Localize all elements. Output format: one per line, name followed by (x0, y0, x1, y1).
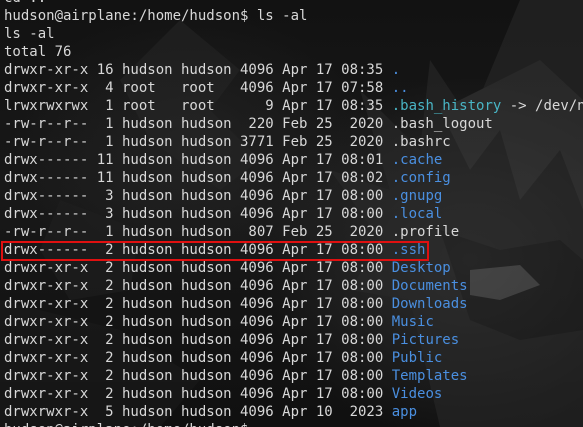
terminal-line: lrwxrwxrwx 1 root root 9 Apr 17 08:35 .b… (4, 97, 583, 115)
directory-name: Desktop (391, 260, 451, 276)
line-text: drwxrwxr-x 5 hudson hudson 4096 Apr 10 2… (4, 404, 392, 420)
directory-name: Documents (391, 278, 468, 294)
terminal-line: -rw-r--r-- 1 hudson hudson 807 Feb 25 20… (4, 223, 583, 241)
terminal-line: drwxr-xr-x 2 hudson hudson 4096 Apr 17 0… (4, 349, 583, 367)
line-text: -rw-r--r-- 1 hudson hudson 3771 Feb 25 2… (4, 134, 451, 150)
directory-name: .config (391, 170, 451, 186)
line-text: -rw-r--r-- 1 hudson hudson 220 Feb 25 20… (4, 116, 493, 132)
terminal-line: hudson@airplane:/home/hudson$ (4, 421, 583, 427)
directory-name: Downloads (391, 296, 468, 312)
directory-name: Public (391, 350, 443, 366)
line-text: drwxr-xr-x 16 hudson hudson 4096 Apr 17 … (4, 62, 392, 78)
terminal-line: drwxr-xr-x 16 hudson hudson 4096 Apr 17 … (4, 61, 583, 79)
terminal-line: -rw-r--r-- 1 hudson hudson 3771 Feb 25 2… (4, 133, 583, 151)
terminal-line: drwx------ 11 hudson hudson 4096 Apr 17 … (4, 151, 583, 169)
terminal-output[interactable]: cd .. hudson@airplane:/home/hudson$ ls -a… (4, 0, 583, 427)
line-text: drwx------ 3 hudson hudson 4096 Apr 17 0… (4, 188, 392, 204)
terminal-line: hudson@airplane:/home/hudson$ ls -al (4, 7, 583, 25)
line-text: -rw-r--r-- 1 hudson hudson 807 Feb 25 20… (4, 224, 460, 240)
line-text: -> /dev/null (509, 98, 583, 114)
line-text: drwxr-xr-x 2 hudson hudson 4096 Apr 17 0… (4, 260, 392, 276)
line-text: drwxr-xr-x 2 hudson hudson 4096 Apr 17 0… (4, 278, 392, 294)
terminal-line: drwxr-xr-x 4 root root 4096 Apr 17 07:58… (4, 79, 583, 97)
directory-name: .cache (391, 152, 443, 168)
line-text: cd .. (4, 0, 46, 6)
line-text: drwx------ 11 hudson hudson 4096 Apr 17 … (4, 152, 392, 168)
line-text: hudson@airplane:/home/hudson$ ls -al (4, 8, 308, 24)
line-text: drwxr-xr-x 2 hudson hudson 4096 Apr 17 0… (4, 368, 392, 384)
terminal-line: drwxr-xr-x 2 hudson hudson 4096 Apr 17 0… (4, 277, 583, 295)
terminal-line: drwxr-xr-x 2 hudson hudson 4096 Apr 17 0… (4, 385, 583, 403)
terminal-line: cd .. (4, 0, 583, 7)
terminal-line: drwx------ 3 hudson hudson 4096 Apr 17 0… (4, 205, 583, 223)
directory-name: Videos (391, 386, 443, 402)
terminal-line: drwxr-xr-x 2 hudson hudson 4096 Apr 17 0… (4, 313, 583, 331)
directory-name: . (391, 62, 401, 78)
line-text: ls -al (4, 26, 55, 42)
line-text: drwxr-xr-x 2 hudson hudson 4096 Apr 17 0… (4, 386, 392, 402)
terminal-line: total 76 (4, 43, 583, 61)
directory-name: Music (391, 314, 434, 330)
terminal-line: drwxr-xr-x 2 hudson hudson 4096 Apr 17 0… (4, 295, 583, 313)
directory-name: Templates (391, 368, 468, 384)
terminal-line: -rw-r--r-- 1 hudson hudson 220 Feb 25 20… (4, 115, 583, 133)
symlink-name: .bash_history (391, 98, 502, 114)
terminal-line: drwx------ 11 hudson hudson 4096 Apr 17 … (4, 169, 583, 187)
line-text: drwxr-xr-x 4 root root 4096 Apr 17 07:58 (4, 80, 392, 96)
directory-name: .local (391, 206, 443, 222)
line-text: drwxr-xr-x 2 hudson hudson 4096 Apr 17 0… (4, 332, 392, 348)
directory-name: app (391, 404, 418, 420)
directory-name: Pictures (391, 332, 460, 348)
terminal-line: drwxr-xr-x 2 hudson hudson 4096 Apr 17 0… (4, 259, 583, 277)
line-text: total 76 (4, 44, 72, 60)
terminal-window[interactable]: cd .. hudson@airplane:/home/hudson$ ls -a… (0, 0, 583, 427)
terminal-line: drwxr-xr-x 2 hudson hudson 4096 Apr 17 0… (4, 367, 583, 385)
line-text: drwxr-xr-x 2 hudson hudson 4096 Apr 17 0… (4, 350, 392, 366)
ssh-row-highlight-box (1, 241, 429, 261)
terminal-line: ls -al (4, 25, 583, 43)
directory-name: .gnupg (391, 188, 443, 204)
line-text: lrwxrwxrwx 1 root root 9 Apr 17 08:35 (4, 98, 392, 114)
terminal-line: drwx------ 3 hudson hudson 4096 Apr 17 0… (4, 187, 583, 205)
line-text: drwx------ 11 hudson hudson 4096 Apr 17 … (4, 170, 392, 186)
line-text: drwxr-xr-x 2 hudson hudson 4096 Apr 17 0… (4, 314, 392, 330)
terminal-line: drwxrwxr-x 5 hudson hudson 4096 Apr 10 2… (4, 403, 583, 421)
line-text: drwxr-xr-x 2 hudson hudson 4096 Apr 17 0… (4, 296, 392, 312)
directory-name: .. (391, 80, 409, 96)
terminal-line: drwxr-xr-x 2 hudson hudson 4096 Apr 17 0… (4, 331, 583, 349)
line-text: hudson@airplane:/home/hudson$ (4, 422, 257, 427)
line-text: drwx------ 3 hudson hudson 4096 Apr 17 0… (4, 206, 392, 222)
